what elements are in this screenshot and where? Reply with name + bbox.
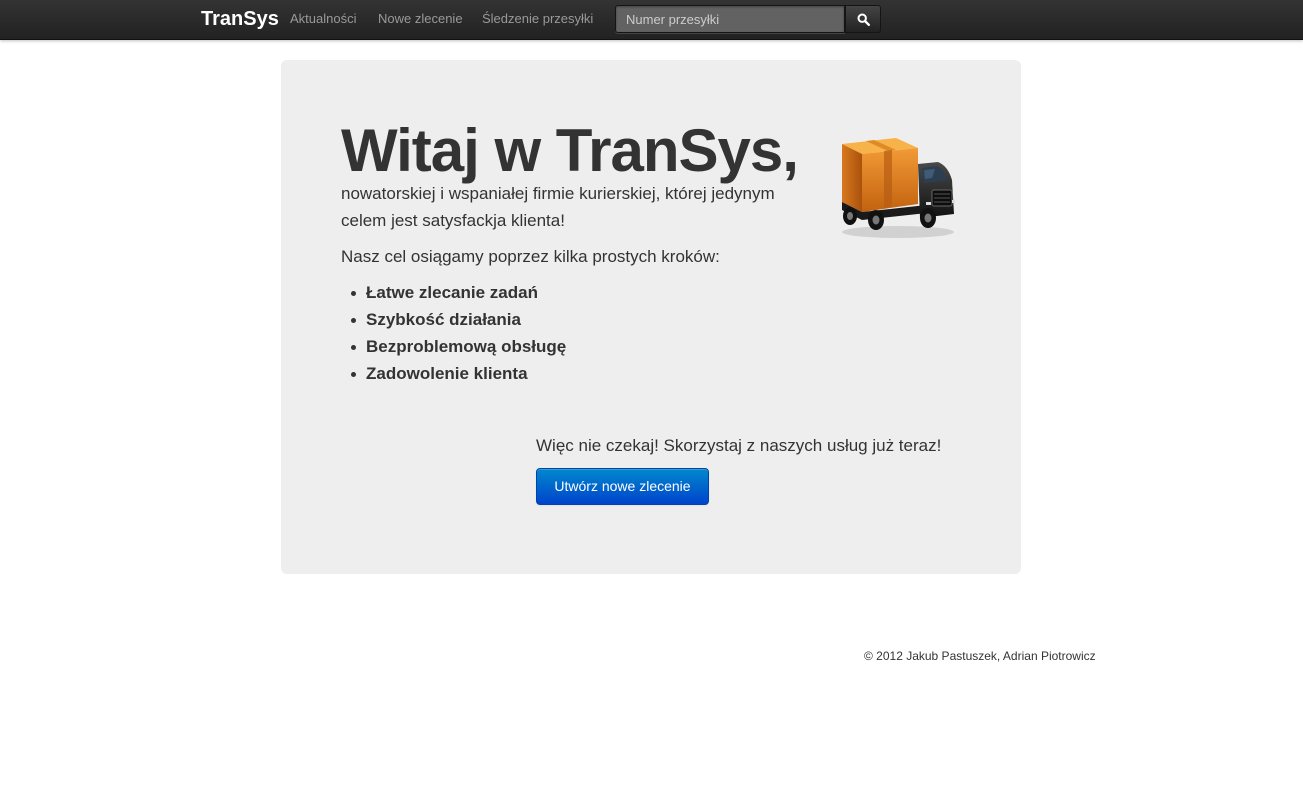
list-item: Zadowolenie klienta [350, 360, 566, 387]
hero-title: Witaj w TranSys, [341, 117, 799, 184]
footer-copyright: © 2012 Jakub Pastuszek, Adrian Piotrowic… [864, 649, 1096, 663]
nav-link-news[interactable]: Aktualności [290, 11, 356, 27]
list-item: Łatwe zlecanie zadań [350, 279, 566, 306]
delivery-truck-icon [842, 138, 955, 238]
list-item: Szybkość działania [350, 306, 566, 333]
tracking-search-form [615, 5, 881, 33]
search-button[interactable] [845, 5, 881, 33]
hero-unit: Witaj w TranSys, nowatorskiej i wspaniał… [281, 60, 1021, 574]
top-navbar: TranSys Aktualności Nowe zlecenie Śledze… [0, 0, 1303, 40]
cta-text: Więc nie czekaj! Skorzystaj z naszych us… [536, 436, 942, 455]
nav-link-new-order[interactable]: Nowe zlecenie [378, 11, 463, 27]
create-order-button[interactable]: Utwórz nowe zlecenie [536, 468, 709, 505]
steps-list: Łatwe zlecanie zadań Szybkość działania … [341, 279, 566, 387]
nav-link-track-shipment[interactable]: Śledzenie przesyłki [482, 11, 593, 27]
brand-logo[interactable]: TranSys [201, 7, 279, 31]
steps-intro: Nasz cel osiągamy poprzez kilka prostych… [341, 247, 720, 266]
hero-subtitle: nowatorskiej i wspaniałej firmie kuriers… [341, 184, 775, 230]
list-item: Bezproblemową obsługę [350, 333, 566, 360]
search-icon [857, 13, 870, 26]
tracking-number-input[interactable] [615, 5, 845, 33]
